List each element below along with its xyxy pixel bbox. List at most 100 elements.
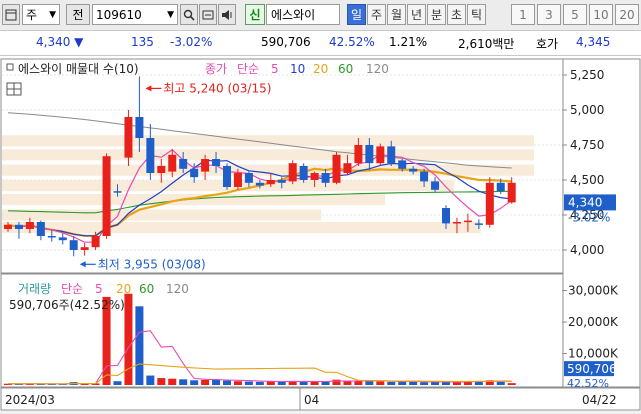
volume-legend-title: 거래량	[18, 282, 51, 296]
interval-tab-3[interactable]: 3	[537, 4, 561, 25]
volume-bar-38	[420, 382, 429, 385]
candle-body-2	[25, 222, 34, 229]
prefix-label: 전	[72, 8, 84, 22]
volume-bar-37	[409, 381, 418, 385]
candle-body-32	[354, 145, 363, 164]
volume-bar-11	[124, 293, 133, 385]
price-tick-2: 4,750	[570, 138, 604, 152]
candle-body-7	[80, 247, 89, 250]
volume-profile-band-1	[2, 209, 322, 221]
candle-body-40	[442, 208, 450, 224]
candle-body-3	[36, 222, 45, 236]
chart-area[interactable]: 최고 5,240 (03/15) 최저 3,955 (03/08) 에스와이 매물대…	[0, 56, 641, 411]
x-label-1: 04	[304, 393, 319, 407]
candle-body-31	[343, 163, 352, 173]
search-button[interactable]	[180, 4, 198, 25]
prefix-button[interactable]: 전	[66, 4, 90, 25]
candle-body-28	[310, 173, 319, 180]
stock-name-field: 에스와이	[266, 4, 340, 25]
candle-body-21	[233, 173, 242, 187]
volume-tick-1: 20,000K	[568, 315, 619, 329]
candle-body-33	[365, 145, 374, 164]
stock-code-value: 109610	[96, 7, 142, 22]
candle-body-35	[387, 146, 396, 164]
candle-body-30	[332, 154, 341, 183]
candle-body-4	[47, 236, 56, 238]
volume-panel-frame	[0, 273, 564, 388]
current-price-value: 4,340	[36, 35, 71, 49]
candle-body-41	[452, 222, 461, 224]
volume-legend-ma-20: 20	[116, 282, 131, 296]
volume-profile-band-5	[2, 149, 534, 161]
volume-bar-33	[365, 381, 374, 385]
volume-bar-39	[431, 382, 440, 385]
volume-bar-29	[321, 381, 330, 385]
volume-profile-band-2	[2, 194, 386, 206]
price-volume-chart[interactable]: 최고 5,240 (03/15) 최저 3,955 (03/08) 에스와이 매물대…	[0, 56, 641, 411]
period-tab-6[interactable]: 틱	[467, 4, 486, 25]
chevron-down-icon: ▼	[167, 9, 174, 20]
chevron-down-icon: ▼	[49, 9, 56, 20]
chart-type-select[interactable]: 주 ▼	[22, 4, 60, 25]
volume-bar-25	[277, 381, 286, 385]
candle-body-37	[409, 168, 418, 172]
candle-body-9	[102, 156, 111, 236]
current-price-tag-label: 4,340	[568, 195, 602, 209]
interval-tab-5[interactable]: 5	[563, 4, 587, 25]
candle-body-13	[146, 138, 155, 173]
candle-body-14	[157, 166, 166, 173]
quote-bar: 4,340 ▼ 135 -3.02% 590,706 42.52% 1.21% …	[0, 31, 641, 56]
period-tab-4[interactable]: 분	[427, 4, 446, 25]
volume-bar-16	[179, 379, 188, 385]
candle-body-26	[288, 163, 297, 182]
period-tab-5[interactable]: 초	[447, 4, 466, 25]
volume-bar-35	[387, 381, 396, 385]
legend-ma-label: 단순	[237, 62, 259, 76]
volume-bar-21	[233, 381, 242, 385]
current-volume-text: 590,706주(42.52%)	[9, 298, 125, 312]
speaker-button[interactable]	[218, 4, 236, 25]
volume-bar-13	[146, 375, 155, 385]
period-tab-0[interactable]: 일	[347, 4, 366, 25]
volume-bar-20	[223, 380, 231, 385]
price-tick-0: 5,250	[570, 68, 604, 82]
interval-tab-1[interactable]: 1	[511, 4, 535, 25]
candle-body-46	[507, 182, 516, 203]
price-tick-3: 4,500	[570, 173, 604, 187]
interval-tab-20[interactable]: 20	[615, 4, 639, 25]
legend-ma-10: 10	[290, 62, 305, 76]
legend-ma-5: 5	[271, 62, 279, 76]
window-icon[interactable]	[2, 4, 20, 25]
candle-body-8	[91, 236, 100, 248]
stock-code-input[interactable]: 109610 ▼	[92, 4, 178, 25]
price-tick-1: 5,000	[570, 103, 604, 117]
turnover-pct: 1.21%	[389, 35, 428, 49]
volume-legend-ma-label: 단순	[61, 282, 83, 296]
period-tab-3[interactable]: 년	[407, 4, 426, 25]
candle-body-15	[168, 154, 177, 172]
candle-body-34	[376, 146, 385, 164]
candle-body-29	[321, 173, 330, 183]
interval-tab-10[interactable]: 10	[589, 4, 613, 25]
legend-ma-60: 60	[338, 62, 353, 76]
price-legend-title: 에스와이 매물대 수(10)	[18, 62, 139, 76]
current-volume-tag-label: 590,706	[567, 362, 617, 376]
volume-bar-22	[244, 381, 253, 385]
ask-price: 4,345	[576, 35, 611, 49]
candle-body-24	[266, 180, 275, 185]
low-annotation: 최저 3,955 (03/08)	[98, 257, 206, 271]
volume-tick-2: 10,000K	[568, 347, 619, 361]
credit-badge-label: 신	[249, 8, 261, 22]
period-tab-2[interactable]: 월	[387, 4, 406, 25]
candle-body-12	[135, 117, 144, 138]
candle-body-0	[4, 224, 12, 229]
high-annotation: 최고 5,240 (03/15)	[163, 81, 271, 95]
q-filter-icon	[202, 10, 214, 19]
period-tab-1[interactable]: 주	[367, 4, 386, 25]
volume-bar-19	[212, 379, 221, 385]
filter-button[interactable]	[199, 4, 217, 25]
candle-body-19	[212, 159, 221, 166]
candle-body-22	[244, 173, 253, 183]
credit-badge[interactable]: 신	[245, 4, 265, 25]
candle-body-38	[420, 171, 429, 182]
